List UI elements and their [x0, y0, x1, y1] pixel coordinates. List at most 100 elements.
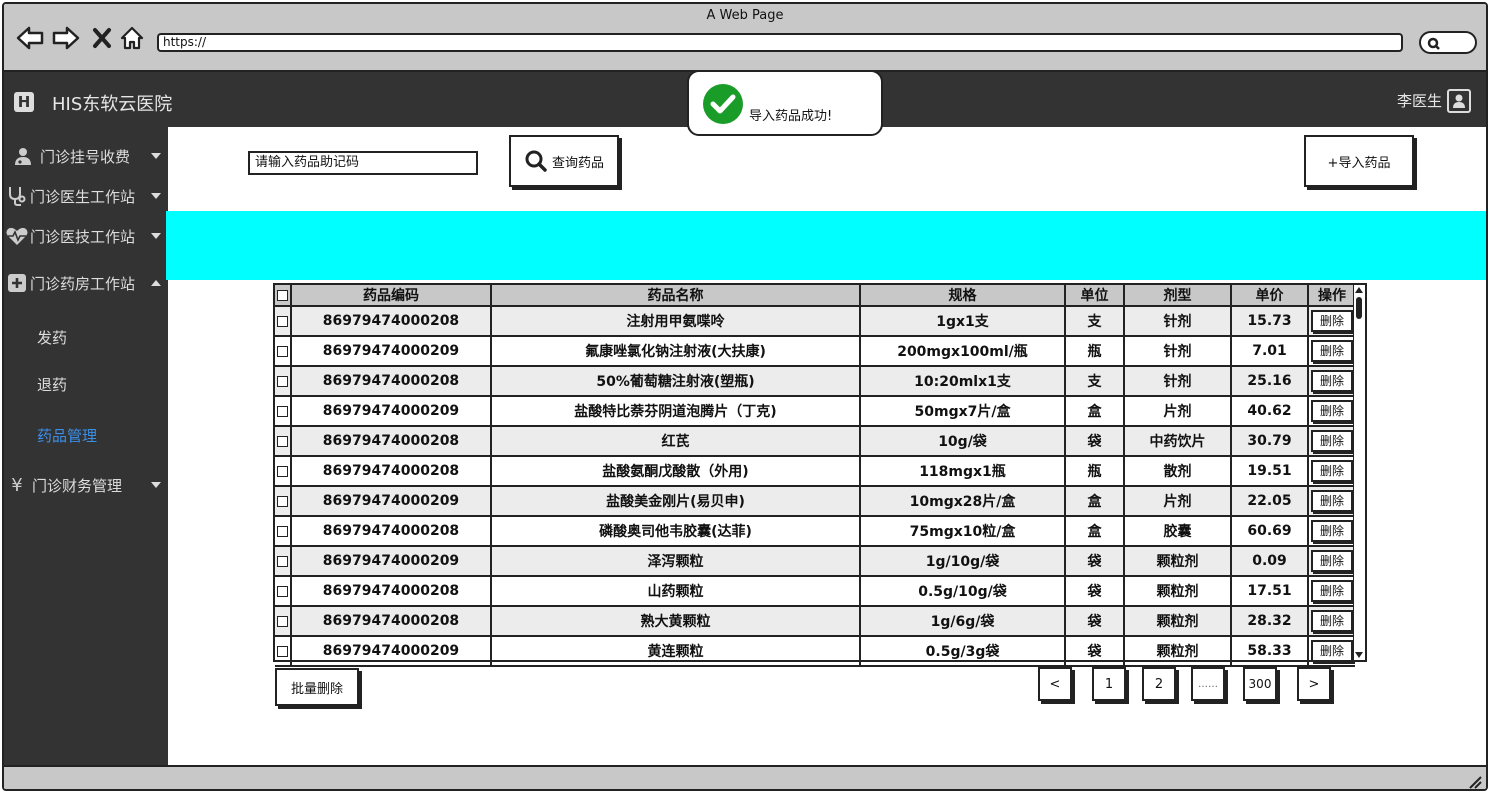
submenu-dispense[interactable]: 发药 [37, 327, 67, 348]
browser-search-box[interactable] [1419, 31, 1477, 54]
user-name[interactable]: 李医生 [1397, 90, 1442, 111]
table-row: 86979474000208 注射用甲氨喋呤 1gx1支支针剂 15.73 删除 [275, 305, 1355, 337]
cell-unit: 瓶 [1064, 335, 1125, 367]
cell-action: 删除 [1307, 395, 1355, 427]
row-checkbox[interactable] [275, 425, 292, 457]
page-button-300[interactable]: 300 [1243, 667, 1277, 701]
table-row: 86979474000209 黄连颗粒 0.5g/3g袋袋颗粒剂 58.33 删除 [275, 635, 1355, 667]
cell-spec: 118mgx1瓶 [859, 455, 1066, 487]
import-drug-button[interactable]: +导入药品 [1304, 135, 1414, 187]
home-icon[interactable] [118, 24, 146, 52]
table-row: 86979474000208 盐酸氨酮戊酸散（外用) 118mgx1瓶瓶散剂 19.5… [275, 455, 1355, 487]
cell-name: 黄连颗粒 [490, 635, 861, 667]
delete-button[interactable]: 删除 [1311, 490, 1353, 512]
delete-button[interactable]: 删除 [1311, 520, 1353, 542]
cell-unit: 支 [1064, 305, 1125, 337]
batch-delete-button[interactable]: 批量删除 [275, 668, 359, 706]
yen-icon: ¥ [11, 474, 23, 496]
scroll-down-icon[interactable] [1355, 652, 1363, 658]
select-all-checkbox[interactable] [275, 285, 292, 307]
delete-button[interactable]: 删除 [1311, 610, 1353, 632]
cell-price: 58.33 [1230, 635, 1309, 667]
menu-doctor-station[interactable]: 门诊医生工作站 [4, 181, 168, 211]
page-prev-button[interactable]: < [1038, 667, 1072, 701]
submenu-drug-management[interactable]: 药品管理 [37, 425, 97, 446]
delete-button[interactable]: 删除 [1311, 580, 1353, 602]
cell-code: 86979474000209 [290, 485, 492, 517]
chevron-down-icon [144, 482, 168, 488]
row-checkbox[interactable] [275, 575, 292, 607]
cell-price: 17.51 [1230, 575, 1309, 607]
table-row: 86979474000209 盐酸美金刚片(易贝申) 10mgx28片/盒盒片剂 22… [275, 485, 1355, 517]
cell-name: 盐酸特比萘芬阴道泡腾片（丁克) [490, 395, 861, 427]
search-drug-button[interactable]: 查询药品 [509, 135, 619, 187]
cell-form: 片剂 [1123, 485, 1232, 517]
cell-form: 散剂 [1123, 455, 1232, 487]
cell-action: 删除 [1307, 575, 1355, 607]
cell-code: 86979474000208 [290, 305, 492, 337]
close-icon[interactable] [88, 24, 116, 52]
cell-unit: 袋 [1064, 635, 1125, 667]
cell-price: 40.62 [1230, 395, 1309, 427]
table-row: 86979474000208 红芪 10g/袋袋中药饮片 30.79 删除 [275, 425, 1355, 457]
row-checkbox[interactable] [275, 395, 292, 427]
menu-label: 门诊医技工作站 [30, 227, 136, 246]
cell-spec: 0.5g/10g/袋 [859, 575, 1066, 607]
user-avatar-icon[interactable] [1447, 89, 1471, 113]
delete-button[interactable]: 删除 [1311, 370, 1353, 392]
drug-search-input[interactable]: 请输入药品助记码 [248, 151, 478, 175]
table-scrollbar[interactable] [1353, 285, 1365, 660]
cell-code: 86979474000209 [290, 395, 492, 427]
url-input[interactable]: https:// [157, 33, 1403, 52]
row-checkbox[interactable] [275, 365, 292, 397]
page-next-button[interactable]: > [1297, 667, 1331, 701]
menu-tech-station[interactable]: 门诊医技工作站 [4, 221, 168, 251]
header-action: 操作 [1307, 285, 1355, 307]
row-checkbox[interactable] [275, 545, 292, 577]
header-code: 药品编码 [290, 285, 492, 307]
row-checkbox[interactable] [275, 455, 292, 487]
cell-spec: 10:20mlx1支 [859, 365, 1066, 397]
page-button-2[interactable]: 2 [1142, 667, 1176, 701]
page-ellipsis: …… [1191, 667, 1225, 701]
menu-registration[interactable]: 门诊挂号收费 [4, 141, 168, 171]
table-row: 86979474000209 氟康唑氯化钠注射液(大扶康) 200mgx100ml/… [275, 335, 1355, 367]
cell-code: 86979474000209 [290, 545, 492, 577]
table-row: 86979474000208 山药颗粒 0.5g/10g/袋袋颗粒剂 17.51 删除 [275, 575, 1355, 607]
back-arrow-icon[interactable] [16, 24, 44, 52]
drug-table: 药品编码 药品名称 规格 单位 剂型 单价 操作 86979474000208 注… [273, 283, 1367, 667]
cell-form: 胶囊 [1123, 515, 1232, 547]
delete-button[interactable]: 删除 [1311, 460, 1353, 482]
delete-button[interactable]: 删除 [1311, 400, 1353, 422]
delete-button[interactable]: 删除 [1311, 550, 1353, 572]
forward-arrow-icon[interactable] [52, 24, 80, 52]
row-checkbox[interactable] [275, 335, 292, 367]
scroll-up-icon[interactable] [1355, 287, 1363, 293]
window-title: A Web Page [706, 8, 784, 23]
hospital-logo-icon: H [14, 92, 34, 112]
row-checkbox[interactable] [275, 305, 292, 337]
delete-button[interactable]: 删除 [1311, 310, 1353, 332]
row-checkbox[interactable] [275, 635, 292, 667]
page-button-1[interactable]: 1 [1092, 667, 1126, 701]
row-checkbox[interactable] [275, 605, 292, 637]
menu-pharmacy-station[interactable]: 门诊药房工作站 [4, 268, 168, 298]
table-row: 86979474000208 熟大黄颗粒 1g/6g/袋袋颗粒剂 28.32 删除 [275, 605, 1355, 637]
scroll-thumb[interactable] [1356, 297, 1362, 319]
cell-action: 删除 [1307, 365, 1355, 397]
row-checkbox[interactable] [275, 485, 292, 517]
cell-code: 86979474000208 [290, 605, 492, 637]
cell-action: 删除 [1307, 545, 1355, 577]
cell-form: 针剂 [1123, 365, 1232, 397]
row-checkbox[interactable] [275, 515, 292, 547]
cell-code: 86979474000208 [290, 425, 492, 457]
cell-name: 泽泻颗粒 [490, 545, 861, 577]
delete-button[interactable]: 删除 [1311, 640, 1353, 662]
menu-finance[interactable]: ¥ 门诊财务管理 [4, 470, 168, 500]
cell-action: 删除 [1307, 605, 1355, 637]
cell-unit: 盒 [1064, 485, 1125, 517]
cell-price: 15.73 [1230, 305, 1309, 337]
submenu-return[interactable]: 退药 [37, 374, 67, 395]
delete-button[interactable]: 删除 [1311, 340, 1353, 362]
delete-button[interactable]: 删除 [1311, 430, 1353, 452]
